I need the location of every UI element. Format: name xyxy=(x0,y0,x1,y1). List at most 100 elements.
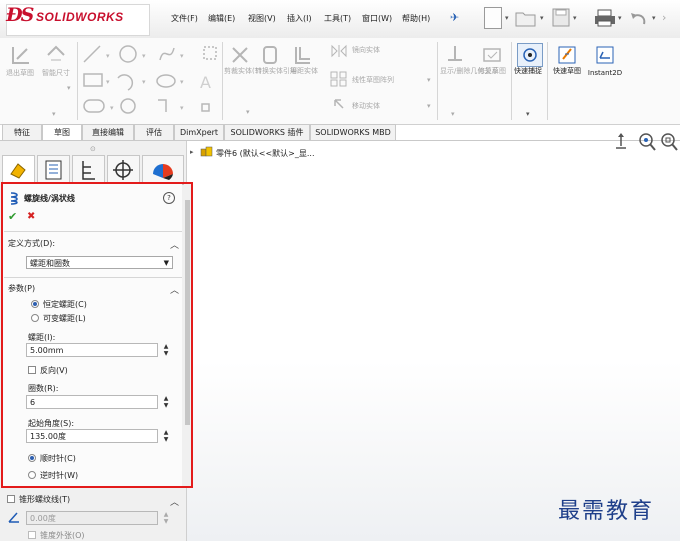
watermark-text: 最需教育 xyxy=(558,499,655,524)
ribbon-separator xyxy=(511,42,512,120)
dimxpert-manager-tab[interactable] xyxy=(107,155,140,185)
redo-icon[interactable]: › xyxy=(662,11,666,24)
part-icon xyxy=(200,146,213,157)
quick-snap-icon xyxy=(523,48,537,62)
zoom-area-icon[interactable] xyxy=(660,132,678,152)
save-dropdown-icon[interactable]: ▾ xyxy=(573,14,577,22)
constant-pitch-label[interactable]: 恒定螺距(C) xyxy=(43,299,87,310)
quick-snap-button[interactable] xyxy=(517,43,543,67)
collapse-chevron-icon[interactable]: ︿ xyxy=(170,238,179,251)
menu-help[interactable]: 帮助(H) xyxy=(402,13,430,24)
menu-insert[interactable]: 插入(I) xyxy=(287,13,312,24)
svg-text:A: A xyxy=(200,73,211,92)
property-manager-tab[interactable] xyxy=(37,155,70,185)
taper-helix-label[interactable]: 锥形螺纹线(T) xyxy=(19,494,70,505)
ok-check-icon[interactable]: ✔ xyxy=(8,210,17,223)
instant2d-label: Instant2D xyxy=(587,69,623,77)
graphics-area[interactable] xyxy=(187,141,680,541)
tab-mbd[interactable]: SOLIDWORKS MBD xyxy=(310,124,396,140)
scrollbar-thumb[interactable] xyxy=(185,200,190,425)
smart-dimension-label: 智能尺寸 xyxy=(42,69,70,77)
open-folder-icon[interactable] xyxy=(514,8,538,28)
save-icon[interactable] xyxy=(551,7,571,28)
collapse-chevron-icon[interactable]: ︿ xyxy=(170,283,179,296)
display-manager-tab[interactable] xyxy=(142,155,184,185)
open-dropdown-icon[interactable]: ▾ xyxy=(540,14,544,22)
view-orientation-icon[interactable] xyxy=(612,132,630,152)
counterclockwise-label[interactable]: 逆时针(W) xyxy=(40,470,78,481)
tab-evaluate[interactable]: 评估 xyxy=(134,124,174,140)
start-angle-input[interactable]: 135.00度 xyxy=(26,429,158,443)
ribbon-separator xyxy=(222,42,223,120)
taper-angle-spinner[interactable]: ▲ ▼ xyxy=(162,511,170,525)
undo-icon[interactable] xyxy=(628,8,650,28)
taper-outward-checkbox[interactable] xyxy=(28,531,36,539)
linear-pattern-label: 线性草图阵列 xyxy=(352,76,394,84)
taper-outward-label[interactable]: 锥度外张(O) xyxy=(40,530,85,541)
section-divider xyxy=(4,277,182,278)
tree-expand-icon[interactable]: ▸ xyxy=(190,148,194,156)
help-icon[interactable]: ? xyxy=(163,192,175,204)
mirror-entities-icon xyxy=(331,44,347,58)
helix-icon xyxy=(10,192,18,205)
property-list-icon xyxy=(45,160,62,180)
quick-snap-dropdown-icon[interactable]: ▾ xyxy=(526,110,530,118)
zoom-to-fit-icon[interactable] xyxy=(638,132,656,152)
tab-features[interactable]: 特征 xyxy=(2,124,42,140)
clockwise-radio[interactable] xyxy=(28,454,36,462)
start-angle-spinner[interactable]: ▲ ▼ xyxy=(162,429,170,443)
trim-dropdown-icon: ▾ xyxy=(246,108,250,116)
panel-resize-handle[interactable]: ⊙ xyxy=(90,145,96,153)
menu-window[interactable]: 窗口(W) xyxy=(362,13,392,24)
quick-snap-label: 快速捕捉 xyxy=(514,67,542,75)
new-document-icon[interactable] xyxy=(484,7,502,29)
tab-direct-edit[interactable]: 直接编辑 xyxy=(82,124,134,140)
counterclockwise-radio[interactable] xyxy=(28,471,36,479)
tab-dimxpert[interactable]: DimXpert xyxy=(174,124,224,140)
menu-file[interactable]: 文件(F) xyxy=(171,13,198,24)
variable-pitch-radio[interactable] xyxy=(31,314,39,322)
reverse-label[interactable]: 反向(V) xyxy=(40,365,68,376)
taper-angle-input[interactable]: 0.00度 xyxy=(26,511,158,525)
tab-addins[interactable]: SOLIDWORKS 插件 xyxy=(224,124,310,140)
feature-manager-tab[interactable] xyxy=(2,155,35,184)
tree-part-name[interactable]: 零件6 (默认<<默认>_显... xyxy=(216,148,315,159)
revolutions-input[interactable]: 6 xyxy=(26,395,158,409)
sketch-dropdown-icon: ▾ xyxy=(52,110,56,118)
reverse-checkbox[interactable] xyxy=(28,366,36,374)
rapid-sketch-icon[interactable] xyxy=(556,44,578,66)
feature-tree-icon xyxy=(10,163,26,179)
pattern-dropdown-icon: ▾ xyxy=(427,76,431,84)
brand-name: SOLIDWORKS xyxy=(36,10,124,24)
menu-edit[interactable]: 编辑(E) xyxy=(208,13,235,24)
pitch-spinner[interactable]: ▲ ▼ xyxy=(162,343,170,357)
convert-entities-icon xyxy=(263,46,277,64)
svg-text:▾: ▾ xyxy=(106,78,110,86)
print-icon[interactable] xyxy=(594,8,616,28)
menu-tools[interactable]: 工具(T) xyxy=(324,13,351,24)
pitch-label: 螺距(I): xyxy=(28,333,56,342)
ribbon-separator xyxy=(437,42,438,120)
variable-pitch-label[interactable]: 可变螺距(L) xyxy=(43,313,86,324)
defined-by-select[interactable]: 螺距和圈数 ▼ xyxy=(26,256,173,269)
tab-sketch[interactable]: 草图 xyxy=(42,124,82,140)
new-dropdown-icon[interactable]: ▾ xyxy=(505,14,509,22)
instant2d-icon[interactable] xyxy=(594,44,616,66)
collapse-chevron-icon[interactable]: ︿ xyxy=(170,495,179,508)
revolutions-label: 圈数(R): xyxy=(28,384,59,393)
display-pie-icon xyxy=(153,164,173,180)
trim-entities-icon xyxy=(232,47,248,63)
clockwise-label[interactable]: 顺时针(C) xyxy=(40,453,76,464)
print-dropdown-icon[interactable]: ▾ xyxy=(618,14,622,22)
ribbon-separator xyxy=(77,42,78,120)
taper-helix-checkbox[interactable] xyxy=(7,495,15,503)
revolutions-spinner[interactable]: ▲ ▼ xyxy=(162,395,170,409)
undo-dropdown-icon[interactable]: ▾ xyxy=(652,14,656,22)
pitch-input[interactable]: 5.00mm xyxy=(26,343,158,357)
pin-icon[interactable]: ✈ xyxy=(450,11,459,24)
crosshair-icon xyxy=(113,160,133,180)
constant-pitch-radio[interactable] xyxy=(31,300,39,308)
cancel-x-icon[interactable]: ✖ xyxy=(27,211,35,222)
menu-view[interactable]: 视图(V) xyxy=(248,13,276,24)
configuration-manager-tab[interactable] xyxy=(72,155,105,185)
